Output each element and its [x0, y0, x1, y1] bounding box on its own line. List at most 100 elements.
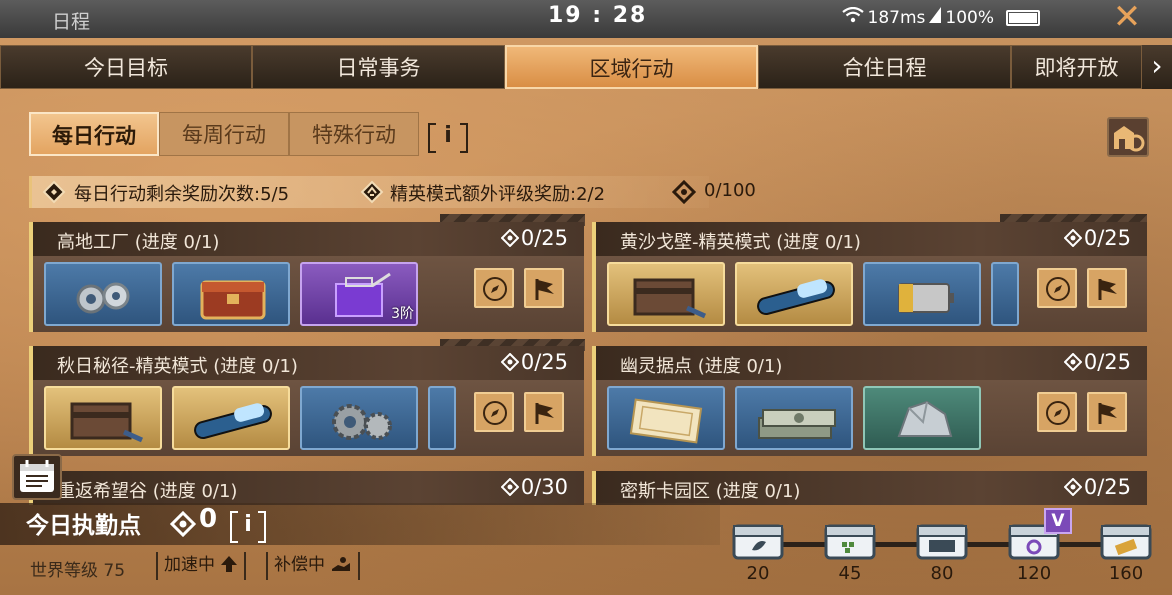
card-count: 0/25: [500, 350, 568, 374]
arrow-up-icon: [220, 555, 238, 575]
milestone-value: 20: [746, 563, 770, 584]
gold-chest-icon[interactable]: 160: [1098, 518, 1154, 584]
elite-bonus-text: 精英模式额外评级奖励:2/2: [390, 184, 606, 205]
tab-daily-affairs[interactable]: 日常事务: [252, 45, 505, 89]
milestone-value: 45: [838, 563, 862, 584]
activity-card[interactable]: 秋日秘径-精英模式 (进度 0/1) 0/25: [29, 346, 584, 456]
compass-icon[interactable]: [474, 392, 514, 432]
card-header: 秋日秘径-精英模式 (进度 0/1) 0/25: [29, 346, 584, 380]
partial-item-icon[interactable]: [991, 262, 1019, 326]
tab-today-goals[interactable]: 今日目标: [0, 45, 252, 89]
milestone-value: 160: [1108, 563, 1144, 584]
compensation-status-tag[interactable]: 补偿中: [266, 552, 361, 580]
activity-card[interactable]: 密斯卡园区 (进度 0/1) 0/25: [592, 471, 1147, 505]
compass-icon[interactable]: [1037, 268, 1077, 308]
nuts-bolts-icon[interactable]: [44, 262, 162, 326]
tab-shared-schedule[interactable]: 合住日程: [758, 45, 1011, 89]
tab-region-ops[interactable]: 区域行动: [505, 45, 758, 89]
calendar-icon[interactable]: [12, 454, 62, 500]
sub-tabs: 每日行动 每周行动 特殊行动: [29, 112, 419, 156]
flag-icon[interactable]: [1087, 392, 1127, 432]
compass-icon[interactable]: [474, 268, 514, 308]
points-text: 0/100: [704, 180, 756, 201]
card-body: [29, 380, 584, 456]
base-icon[interactable]: [1107, 117, 1149, 157]
card-count: 0/25: [1063, 226, 1131, 250]
material-chest-icon[interactable]: 45: [822, 518, 878, 584]
weapon-crate-icon[interactable]: [607, 262, 725, 326]
flag-icon[interactable]: [524, 392, 564, 432]
main-tabs: 今日目标 日常事务 区域行动 合住日程 即将开放 ›: [0, 45, 1172, 89]
status-right: 187ms 100%: [841, 6, 1040, 28]
vip-badge: V: [1044, 508, 1072, 534]
close-button[interactable]: ✕: [1110, 0, 1144, 34]
tab-coming-soon[interactable]: 即将开放: [1011, 45, 1142, 89]
leaf-chest-icon[interactable]: 20: [730, 518, 786, 584]
card-header: 黄沙戈壁-精英模式 (进度 0/1) 0/25: [592, 222, 1147, 256]
points-icon: [671, 179, 697, 205]
card-header: 高地工厂 (进度 0/1) 0/25: [29, 222, 584, 256]
elite-icon: [360, 180, 384, 204]
activity-card[interactable]: 重返希望谷 (进度 0/1) 0/30: [29, 471, 584, 505]
flag-icon[interactable]: [524, 268, 564, 308]
card-title: 黄沙戈壁-精英模式 (进度 0/1): [620, 232, 861, 253]
signal-icon: [929, 7, 942, 28]
card-title: 密斯卡园区 (进度 0/1): [620, 481, 801, 502]
partial-item-icon[interactable]: [428, 386, 456, 450]
reward-summary: 每日行动剩余奖励次数:5/5 精英模式额外评级奖励:2/2 0/100: [29, 176, 756, 208]
milestone-track: 20 45 80 120 V 160: [730, 508, 1160, 588]
card-count: 0/25: [1063, 350, 1131, 374]
flag-icon[interactable]: [1087, 268, 1127, 308]
battery-icon: [1006, 9, 1040, 26]
info-button[interactable]: i: [428, 121, 468, 153]
clock: 19 : 28: [548, 3, 648, 28]
daily-remaining-text: 每日行动剩余奖励次数:5/5: [74, 184, 290, 205]
gears-icon[interactable]: [300, 386, 418, 450]
cash-stack-icon[interactable]: [735, 386, 853, 450]
card-count: 0/25: [500, 226, 568, 250]
network-latency: 187ms: [867, 7, 926, 28]
card-title: 高地工厂 (进度 0/1): [57, 232, 220, 253]
wifi-icon: [841, 6, 864, 28]
card-title: 幽灵据点 (进度 0/1): [620, 356, 783, 377]
milestone-value: 120: [1016, 563, 1052, 584]
card-body: 3阶: [29, 256, 584, 332]
compass-icon[interactable]: [1037, 392, 1077, 432]
card-body: [592, 380, 1147, 456]
app-title: 日程: [52, 11, 91, 33]
syringe-icon[interactable]: [172, 386, 290, 450]
battery-icon[interactable]: [863, 262, 981, 326]
subtab-special[interactable]: 特殊行动: [289, 112, 419, 156]
subtab-weekly[interactable]: 每周行动: [159, 112, 289, 156]
weapon-crate-icon[interactable]: [44, 386, 162, 450]
world-level: 世界等级 75: [30, 561, 126, 581]
card-header: 密斯卡园区 (进度 0/1) 0/25: [592, 471, 1147, 505]
activity-card[interactable]: 黄沙戈壁-精英模式 (进度 0/1) 0/25: [592, 222, 1147, 332]
card-count: 0/25: [1063, 475, 1131, 499]
card-title: 秋日秘径-精英模式 (进度 0/1): [57, 356, 298, 377]
hand-icon: [330, 555, 352, 575]
card-title: 重返希望谷 (进度 0/1): [57, 481, 238, 502]
milestone-value: 80: [930, 563, 954, 584]
activity-card[interactable]: 高地工厂 (进度 0/1) 0/25 3阶: [29, 222, 584, 332]
chevron-right-icon[interactable]: ›: [1142, 45, 1172, 89]
card-header: 重返希望谷 (进度 0/1) 0/30: [29, 471, 584, 505]
activity-card[interactable]: 幽灵据点 (进度 0/1) 0/25: [592, 346, 1147, 456]
supply-crate-icon[interactable]: [172, 262, 290, 326]
boost-status-tag[interactable]: 加速中: [156, 552, 247, 580]
duty-points-icon: [169, 510, 197, 541]
card-body: [592, 256, 1147, 332]
battery-level: 100%: [945, 7, 994, 28]
item-tier-badge: 3阶: [391, 306, 414, 322]
route-icon: [42, 180, 66, 204]
card-count: 0/30: [500, 475, 568, 499]
exp-chest-icon[interactable]: 80: [914, 518, 970, 584]
duty-count: 0: [199, 504, 218, 534]
purple-toolbox-icon[interactable]: 3阶: [300, 262, 418, 326]
card-header: 幽灵据点 (进度 0/1) 0/25: [592, 346, 1147, 380]
metal-ore-icon[interactable]: [863, 386, 981, 450]
certificate-icon[interactable]: [607, 386, 725, 450]
duty-info-button[interactable]: i: [230, 510, 266, 543]
subtab-daily[interactable]: 每日行动: [29, 112, 159, 156]
syringe-icon[interactable]: [735, 262, 853, 326]
